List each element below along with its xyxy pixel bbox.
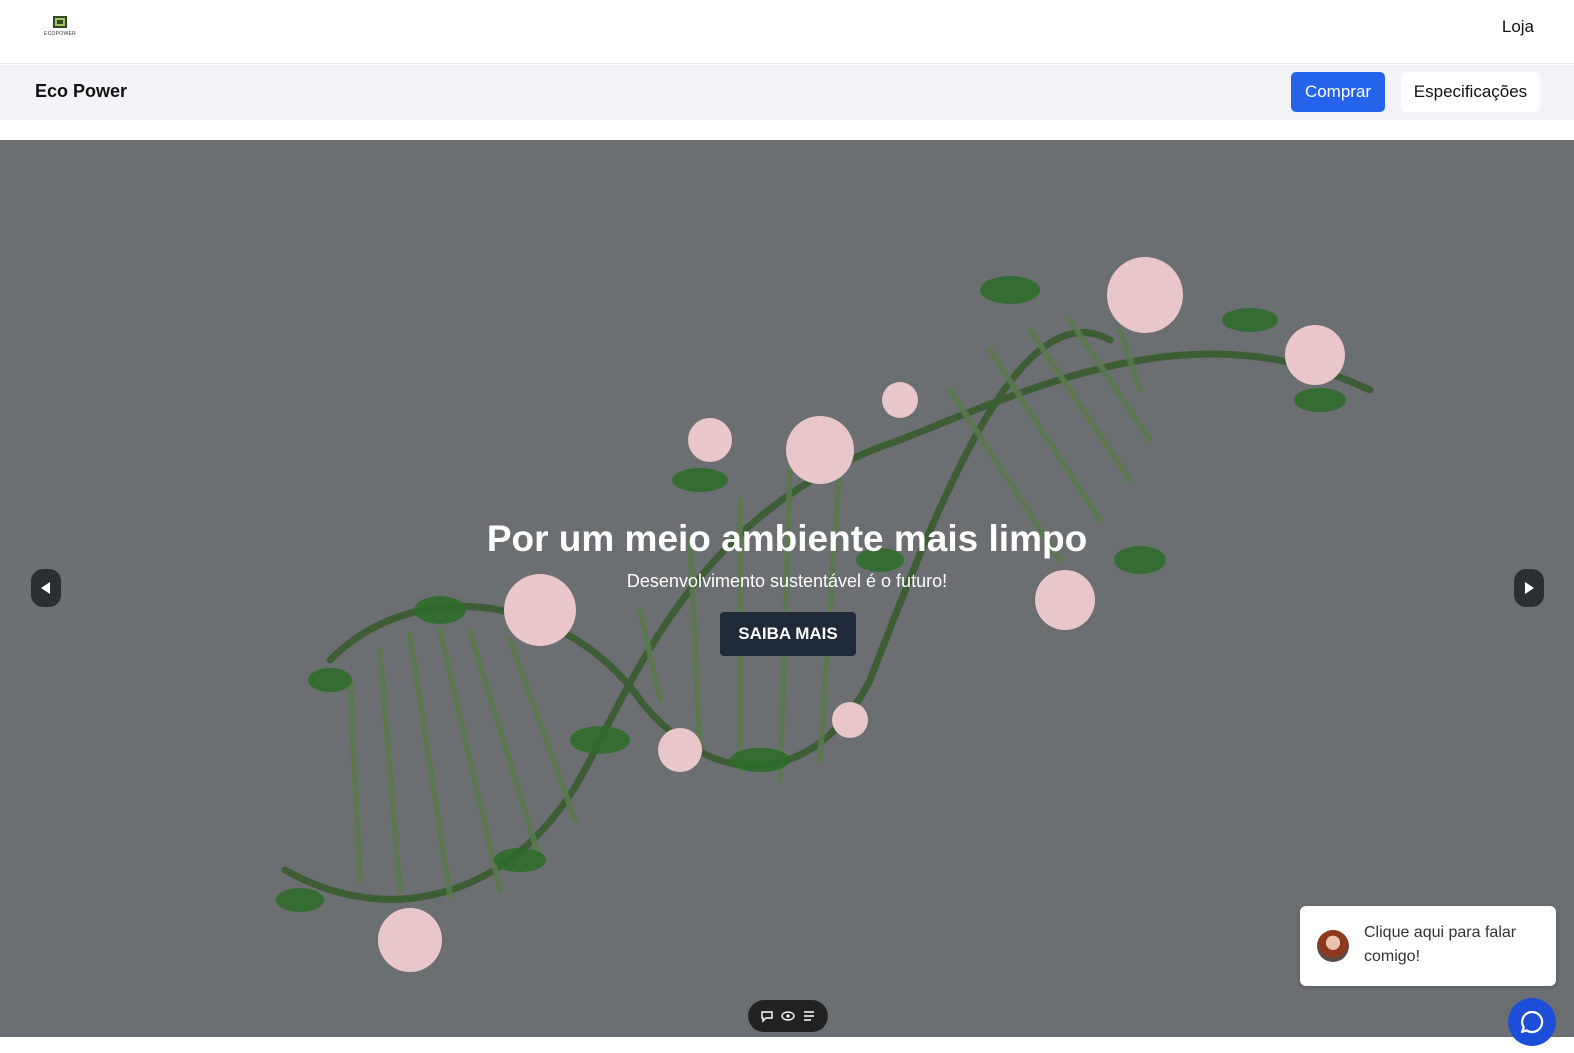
nav-link-loja[interactable]: Loja [1502, 17, 1534, 37]
buy-button[interactable]: Comprar [1291, 72, 1385, 112]
avatar [1317, 930, 1349, 962]
eye-icon[interactable] [781, 1009, 795, 1023]
product-subnav: Eco Power Comprar Especificações [0, 65, 1574, 120]
chat-bubble-icon [1520, 1010, 1544, 1034]
chat-prompt-bubble[interactable]: Clique aqui para falar comigo! [1300, 906, 1556, 986]
carousel-next-button[interactable] [1514, 569, 1544, 607]
chat-launcher-button[interactable] [1508, 998, 1556, 1046]
list-icon[interactable] [802, 1009, 816, 1023]
floating-toolbar [748, 1000, 828, 1032]
product-brand: Eco Power [35, 81, 128, 101]
hero-subtitle: Desenvolvimento sustentável é o futuro! [626, 571, 948, 591]
triangle-right-icon [1525, 582, 1534, 594]
logo[interactable]: ECOPOWER [40, 16, 80, 40]
ecopower-logo-icon [53, 16, 67, 28]
hero-title: Por um meio ambiente mais limpo [486, 518, 1088, 559]
specifications-button[interactable]: Especificações [1401, 72, 1540, 112]
triangle-left-icon [41, 582, 50, 594]
carousel-prev-button[interactable] [31, 569, 61, 607]
hero-carousel: Por um meio ambiente mais limpo Desenvol… [0, 140, 1574, 1037]
learn-more-button[interactable]: SAIBA MAIS [720, 612, 856, 656]
chat-prompt-text: Clique aqui para falar comigo! [1364, 924, 1517, 965]
comment-icon[interactable] [760, 1009, 774, 1023]
top-header: ECOPOWER Loja [0, 0, 1574, 64]
logo-text: ECOPOWER [43, 31, 77, 37]
